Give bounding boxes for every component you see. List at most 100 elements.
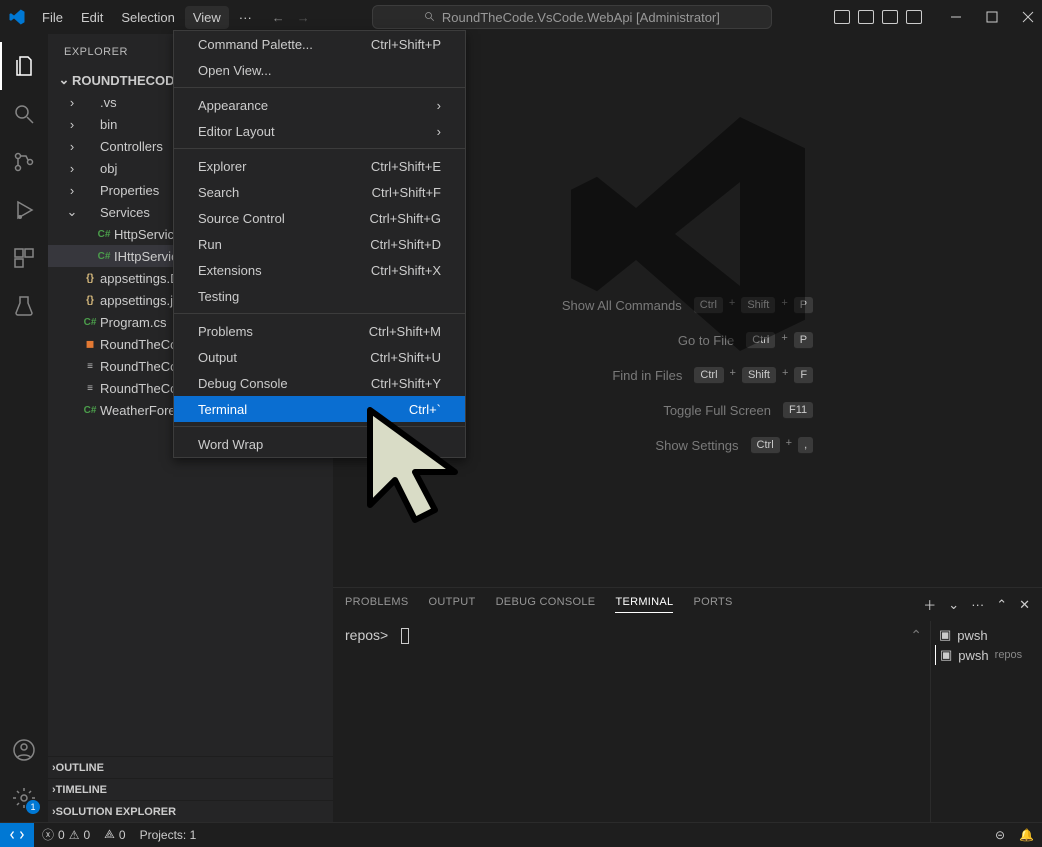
sidebar-section[interactable]: › TIMELINE <box>48 778 333 800</box>
panel-close-icon[interactable]: ✕ <box>1019 597 1030 613</box>
status-feedback-icon[interactable]: ⊝ <box>995 828 1005 842</box>
menu-accel: Ctrl+Shift+E <box>371 159 441 174</box>
menu-dd-item[interactable]: Source ControlCtrl+Shift+G <box>174 205 465 231</box>
menu-dd-label: Appearance <box>198 98 268 113</box>
nav-back-icon[interactable]: ← <box>272 10 285 25</box>
search-icon <box>424 11 436 23</box>
menu-dd-item[interactable]: Run Ctrl+Shift+D <box>174 231 465 257</box>
window-close-icon[interactable] <box>1022 11 1034 23</box>
view-menu-dropdown: Command Palette...Ctrl+Shift+P Open View.… <box>173 30 466 458</box>
status-ports[interactable]: ⟁0 <box>104 827 125 842</box>
status-projects[interactable]: Projects: 1 <box>140 828 197 842</box>
terminal-prompt: repos> <box>345 627 388 643</box>
panel-tab[interactable]: TERMINAL <box>615 596 673 613</box>
terminal-entry[interactable]: ▣pwsh <box>935 625 1038 645</box>
tree-item-label: obj <box>100 161 117 176</box>
menu-dd-label: Open View... <box>198 63 271 78</box>
menu-dd-item[interactable]: Explorer Ctrl+Shift+E <box>174 153 465 179</box>
file-icon: C# <box>94 229 114 240</box>
menu-dd-item[interactable]: OutputCtrl+Shift+U <box>174 344 465 370</box>
window-minimize-icon[interactable] <box>950 11 962 23</box>
terminal-entry[interactable]: ▣pwsh repos <box>935 645 1038 665</box>
menu-dd-item[interactable]: Appearance› <box>174 92 465 118</box>
menu-bar: File Edit Selection View ··· <box>34 6 260 29</box>
menu-dd-label: Run <box>198 237 222 252</box>
activity-run[interactable] <box>0 186 48 234</box>
menu-dd-item[interactable]: ExtensionsCtrl+Shift+X <box>174 257 465 283</box>
menu-dd-item[interactable]: Testing <box>174 283 465 309</box>
menu-accel: Ctrl+Shift+Y <box>371 376 441 391</box>
terminal-cursor-icon <box>401 628 409 644</box>
menu-dd-label: Terminal <box>198 402 247 417</box>
menu-view[interactable]: View <box>185 6 229 29</box>
panel-tab[interactable]: PROBLEMS <box>345 596 409 613</box>
settings-badge: 1 <box>26 800 40 814</box>
menu-dd-label: Output <box>198 350 237 365</box>
panel-tab[interactable]: DEBUG CONSOLE <box>496 596 596 613</box>
activity-account[interactable] <box>0 726 48 774</box>
activity-search[interactable] <box>0 90 48 138</box>
command-center-text: RoundTheCode.VsCode.WebApi [Administrato… <box>442 10 720 25</box>
file-icon: C# <box>94 251 114 262</box>
error-icon: ⓧ <box>42 826 54 843</box>
activity-settings[interactable]: 1 <box>0 774 48 822</box>
menu-dd-item[interactable]: Open View... <box>174 57 465 83</box>
file-icon: {} <box>80 273 100 284</box>
nav-buttons: ← → <box>272 10 310 25</box>
terminal-more-icon[interactable]: ··· <box>971 597 984 612</box>
panel-tabs: PROBLEMS OUTPUT DEBUG CONSOLE TERMINAL PORTS… <box>333 588 1042 621</box>
menu-dd-item[interactable]: ProblemsCtrl+Shift+M <box>174 318 465 344</box>
file-icon: {} <box>80 295 100 306</box>
activity-scm[interactable] <box>0 138 48 186</box>
menu-dd-item[interactable]: Editor Layout› <box>174 118 465 144</box>
menu-accel: Ctrl+` <box>409 402 441 417</box>
terminal-new-icon[interactable]: ＋ <box>923 595 936 614</box>
layout-right-icon[interactable] <box>882 10 898 24</box>
menu-dd-item[interactable]: Debug Console Ctrl+Shift+Y <box>174 370 465 396</box>
menu-selection[interactable]: Selection <box>113 6 182 29</box>
tree-item-label: bin <box>100 117 117 132</box>
menu-file[interactable]: File <box>34 6 71 29</box>
menu-accel: Ctrl+Shift+D <box>370 237 441 252</box>
file-icon: ≡ <box>80 361 100 372</box>
menu-separator <box>174 313 465 314</box>
titlebar-right <box>834 10 1034 24</box>
panel-maximize-icon[interactable]: ⌃ <box>996 597 1007 613</box>
menu-dd-label: Word Wrap <box>198 437 263 452</box>
menu-dd-label: Editor Layout <box>198 124 275 139</box>
menu-dd-item[interactable]: Terminal Ctrl+` <box>174 396 465 422</box>
nav-forward-icon[interactable]: → <box>297 10 310 25</box>
status-bell-icon[interactable]: 🔔 <box>1019 828 1034 842</box>
layout-custom-icon[interactable] <box>906 10 922 24</box>
watermark-logo-icon <box>558 104 818 364</box>
title-bar: File Edit Selection View ··· ← → RoundTh… <box>0 0 1042 34</box>
sidebar-section[interactable]: › OUTLINE <box>48 756 333 778</box>
vscode-logo-icon <box>8 8 26 26</box>
terminal-output[interactable]: repos> ⌃ <box>333 621 930 822</box>
activity-explorer[interactable] <box>0 42 48 90</box>
status-problems[interactable]: ⓧ0 ⚠0 <box>42 826 90 843</box>
sidebar-section[interactable]: › SOLUTION EXPLORER <box>48 800 333 822</box>
menu-dd-item[interactable]: Word Wrap <box>174 431 465 457</box>
terminal-split-dropdown-icon[interactable]: ⌄ <box>948 597 959 613</box>
menu-dd-item[interactable]: SearchCtrl+Shift+F <box>174 179 465 205</box>
menu-dd-label: Explorer <box>198 159 246 174</box>
layout-left-icon[interactable] <box>834 10 850 24</box>
command-center[interactable]: RoundTheCode.VsCode.WebApi [Administrato… <box>372 5 772 29</box>
panel-tab[interactable]: PORTS <box>693 596 732 613</box>
menu-edit[interactable]: Edit <box>73 6 111 29</box>
menu-dd-item[interactable]: Command Palette...Ctrl+Shift+P <box>174 31 465 57</box>
terminal-shell-icon: ▣ <box>939 627 951 643</box>
activity-testing[interactable] <box>0 282 48 330</box>
menu-more-icon[interactable]: ··· <box>231 6 260 29</box>
layout-bottom-icon[interactable] <box>858 10 874 24</box>
menu-separator <box>174 87 465 88</box>
panel-tab[interactable]: OUTPUT <box>429 596 476 613</box>
activity-bar: 1 <box>0 34 48 822</box>
window-maximize-icon[interactable] <box>986 11 998 23</box>
shortcut-row: Toggle Full ScreenF11 <box>663 402 813 419</box>
activity-extensions[interactable] <box>0 234 48 282</box>
tree-item-label: Program.cs <box>100 315 166 330</box>
status-remote-icon[interactable] <box>0 823 34 847</box>
menu-dd-label: Debug Console <box>198 376 288 391</box>
